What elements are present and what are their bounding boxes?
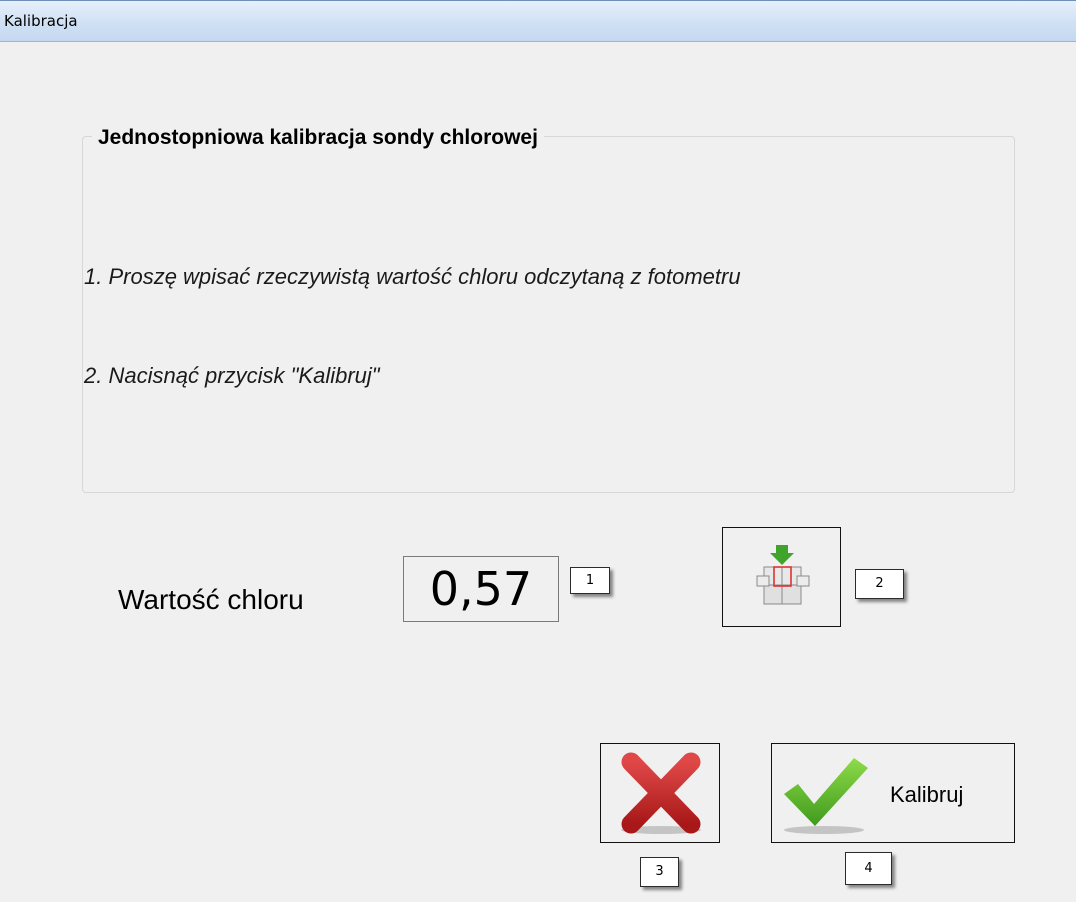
groupbox-title: Jednostopniowa kalibracja sondy chlorowe… [92, 126, 544, 150]
annotation-tag-3: 3 [640, 857, 679, 887]
chlorine-value-label: Wartość chloru [118, 584, 304, 615]
keyboard-icon [756, 545, 810, 605]
window-title: Kalibracja [4, 12, 78, 30]
annotation-tag-4: 4 [845, 852, 892, 885]
instructions-groupbox [82, 136, 1015, 493]
chlorine-value-field[interactable]: 0,57 [403, 556, 559, 622]
green-checkmark-icon [784, 758, 868, 834]
red-x-icon [621, 752, 701, 834]
instruction-step-1: 1. Proszę wpisać rzeczywistą wartość chl… [84, 264, 741, 289]
window-titlebar: Kalibracja [0, 0, 1076, 42]
keyboard-button[interactable] [722, 527, 841, 627]
annotation-tag-2: 2 [855, 569, 904, 599]
annotation-tag-1: 1 [570, 567, 610, 594]
calibrate-button[interactable]: Kalibruj [771, 743, 1015, 843]
instruction-step-2: 2. Nacisnąć przycisk "Kalibruj" [84, 363, 380, 388]
calibrate-button-label: Kalibruj [890, 782, 964, 807]
cancel-button[interactable] [600, 743, 720, 843]
